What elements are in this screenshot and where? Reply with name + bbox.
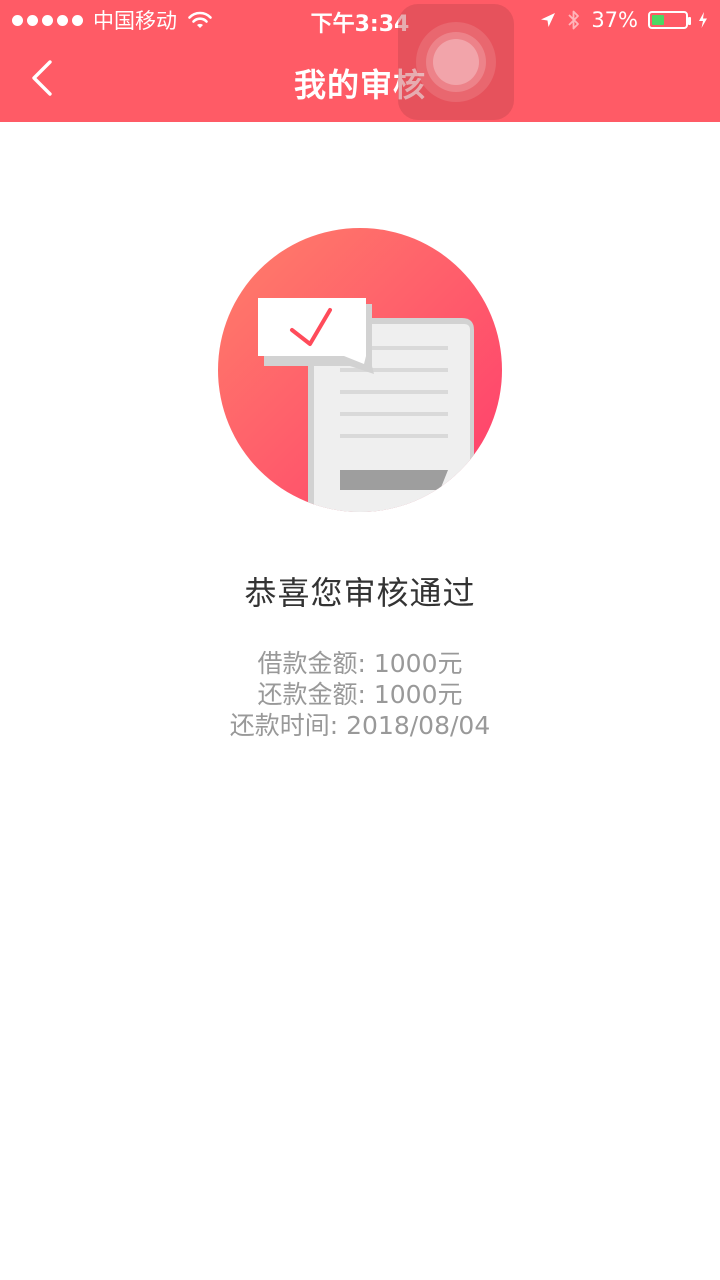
status-bar: 中国移动 下午3:34 37%	[0, 0, 720, 40]
battery-level-fill	[652, 15, 664, 25]
location-arrow-icon	[541, 13, 556, 27]
approval-message: 恭喜您审核通过	[244, 574, 476, 612]
bluetooth-icon	[568, 10, 580, 30]
loan-details: 借款金额: 1000元 还款金额: 1000元 还款时间: 2018/08/04	[0, 648, 720, 741]
battery-percentage: 37%	[591, 8, 638, 32]
header: 中国移动 下午3:34 37% 我的审核	[0, 0, 720, 122]
battery-icon	[648, 11, 691, 29]
page-title: 我的审核	[293, 66, 426, 104]
loan-amount: 借款金额: 1000元	[257, 649, 463, 678]
navigation-bar: 我的审核	[0, 40, 720, 122]
status-right: 37%	[539, 6, 708, 34]
repayment-amount: 还款金额: 1000元	[257, 680, 463, 709]
repayment-date: 还款时间: 2018/08/04	[229, 711, 491, 740]
assistive-touch-button[interactable]	[398, 4, 514, 120]
approved-document-icon	[218, 228, 502, 512]
charging-bolt-icon	[699, 12, 707, 28]
